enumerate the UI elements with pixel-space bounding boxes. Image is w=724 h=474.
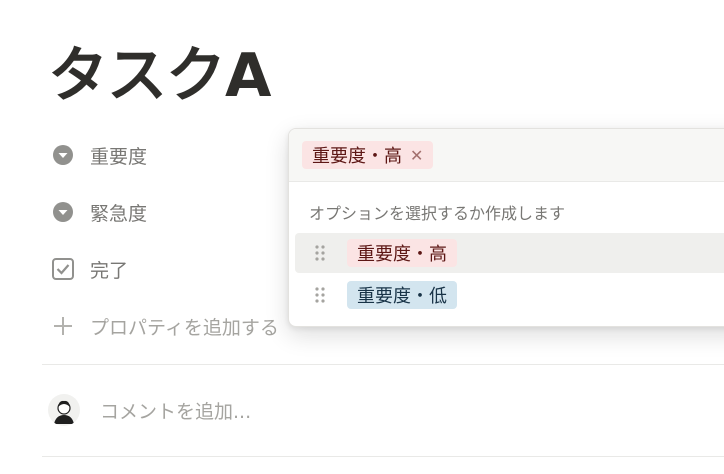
property-label: 完了 bbox=[90, 259, 129, 282]
property-label: 緊急度 bbox=[90, 202, 148, 225]
option-tag: 重要度・高 bbox=[347, 239, 457, 267]
dropdown-hint: オプションを選択するか作成します bbox=[309, 204, 566, 223]
property-importance[interactable]: 重要度 bbox=[50, 135, 147, 175]
select-dropdown[interactable]: 重要度・高 ✕ オプションを選択するか作成します 重要度・高 重要度・低 bbox=[288, 128, 724, 327]
option-item[interactable]: 重要度・低 bbox=[295, 275, 724, 315]
add-property-button[interactable]: プロパティを追加する bbox=[50, 306, 279, 346]
drag-handle-icon[interactable] bbox=[305, 243, 335, 263]
remove-tag-icon[interactable]: ✕ bbox=[410, 146, 423, 165]
selected-tag-label: 重要度・高 bbox=[312, 146, 402, 167]
divider bbox=[42, 364, 724, 365]
plus-icon bbox=[50, 313, 76, 339]
selected-tags-input[interactable]: 重要度・高 ✕ bbox=[289, 129, 724, 182]
divider bbox=[42, 456, 724, 457]
option-item[interactable]: 重要度・高 bbox=[295, 233, 724, 273]
add-property-label: プロパティを追加する bbox=[90, 316, 279, 339]
avatar bbox=[48, 394, 80, 426]
option-tag: 重要度・低 bbox=[347, 281, 457, 309]
comment-row[interactable]: コメントを追加... bbox=[48, 390, 251, 430]
select-icon bbox=[50, 199, 76, 225]
drag-handle-icon[interactable] bbox=[305, 285, 335, 305]
property-done[interactable]: 完了 bbox=[50, 249, 128, 289]
page-title[interactable]: タスクA bbox=[48, 36, 271, 116]
property-label: 重要度 bbox=[90, 145, 148, 168]
checkbox-icon bbox=[50, 256, 76, 282]
comment-input[interactable]: コメントを追加... bbox=[100, 397, 251, 424]
select-icon bbox=[50, 142, 76, 168]
property-urgency[interactable]: 緊急度 bbox=[50, 192, 147, 232]
selected-tag[interactable]: 重要度・高 ✕ bbox=[302, 141, 434, 169]
